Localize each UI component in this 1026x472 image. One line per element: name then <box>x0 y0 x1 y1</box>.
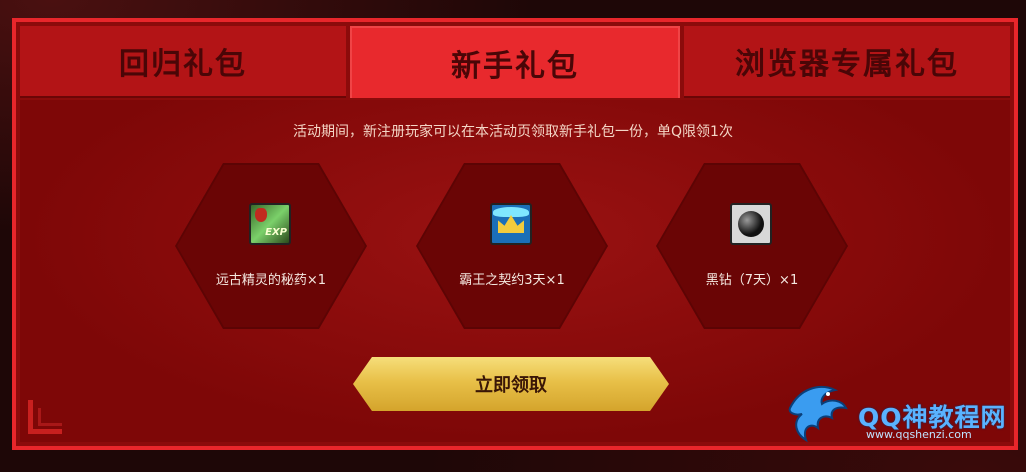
claim-button-label: 立即领取 <box>475 375 547 396</box>
claim-now-button[interactable]: 立即领取 <box>353 357 669 411</box>
site-watermark: QQ神教程网 www.qqshenzi.com <box>780 378 1016 450</box>
reward-item-label: 远古精灵的秘药×1 <box>215 273 327 288</box>
tab-newbie-gift[interactable]: 新手礼包 <box>350 26 680 98</box>
reward-item-label: 黑钻（7天）×1 <box>705 273 799 288</box>
tab-browser-gift[interactable]: 浏览器专属礼包 <box>684 26 1010 98</box>
tab-return-gift[interactable]: 回归礼包 <box>20 26 346 98</box>
black-diamond-icon <box>730 203 772 245</box>
gift-tabs: 回归礼包 新手礼包 浏览器专属礼包 <box>20 26 1010 98</box>
exp-potion-icon: EXP <box>249 203 291 245</box>
reward-item-label: 霸王之契约3天×1 <box>459 273 565 288</box>
event-notice: 活动期间，新注册玩家可以在本活动页领取新手礼包一份，单Q限领1次 <box>293 124 733 140</box>
overlord-pact-icon <box>490 203 532 245</box>
dragon-logo-icon <box>788 386 848 443</box>
corner-decoration-inner <box>38 408 62 426</box>
watermark-url: www.qqshenzi.com <box>866 428 972 441</box>
